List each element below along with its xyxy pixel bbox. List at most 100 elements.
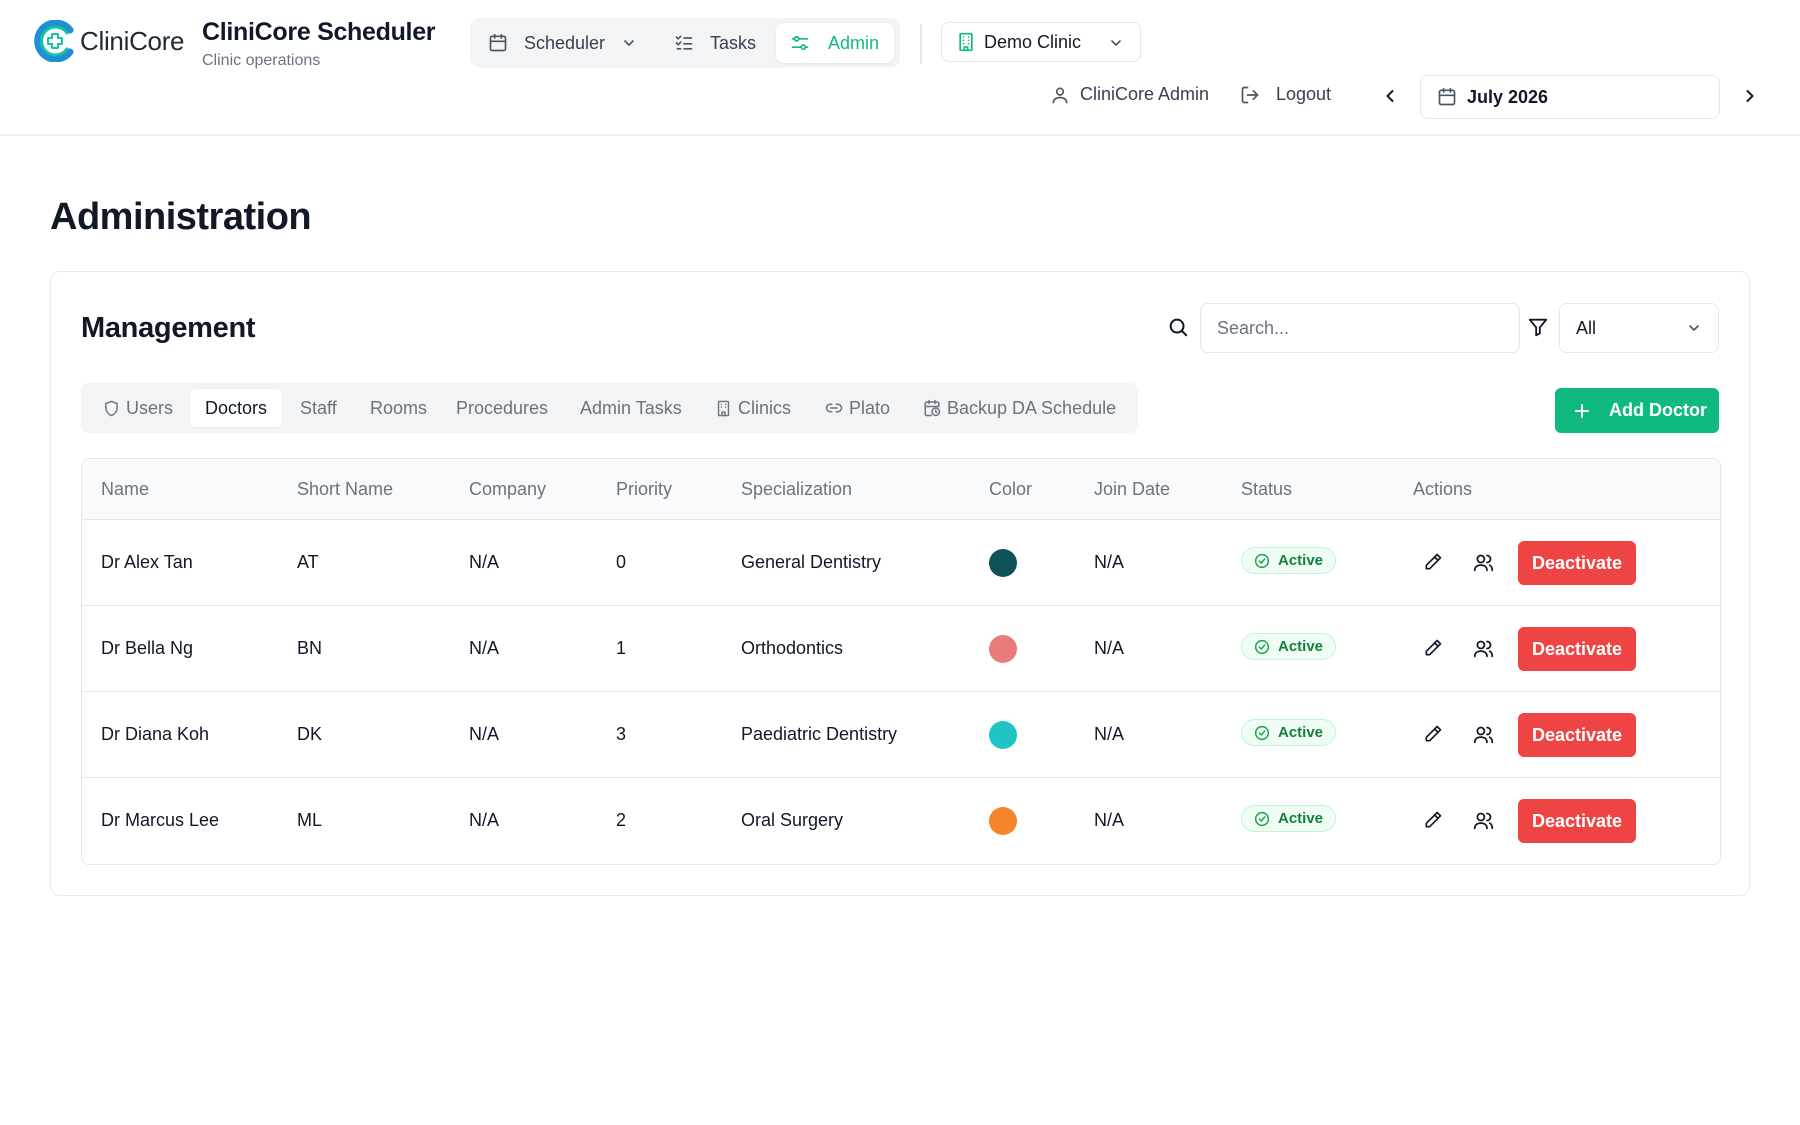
app-title: CliniCore Scheduler bbox=[202, 18, 436, 46]
column-header-actions: Actions bbox=[1413, 479, 1473, 499]
users-icon[interactable] bbox=[1471, 808, 1495, 832]
logout-icon bbox=[1241, 86, 1259, 103]
doctor-name: Dr Marcus Lee bbox=[101, 810, 220, 830]
doctor-join-date: N/A bbox=[1094, 724, 1125, 744]
status-badge-label: Active bbox=[1278, 724, 1324, 741]
tab-admin-tasks-label: Admin Tasks bbox=[580, 397, 682, 418]
tab-plato[interactable]: Plato bbox=[825, 389, 890, 427]
edit-icon[interactable] bbox=[1421, 722, 1445, 746]
chevron-down-icon bbox=[624, 40, 634, 46]
calendar-icon bbox=[489, 33, 507, 52]
tab-backup-da-schedule[interactable]: Backup DA Schedule bbox=[923, 389, 1116, 427]
edit-icon[interactable] bbox=[1421, 808, 1445, 832]
nav-tasks[interactable]: Tasks bbox=[674, 23, 756, 63]
column-header-specialization[interactable]: Specialization bbox=[741, 479, 852, 500]
page-title: Administration bbox=[50, 196, 312, 238]
list-checks-icon bbox=[675, 35, 693, 50]
link-icon bbox=[825, 403, 843, 413]
doctor-join-date: N/A bbox=[1094, 552, 1125, 572]
brand-logo[interactable]: CliniCore bbox=[34, 20, 185, 62]
doctor-specialization: Oral Surgery bbox=[741, 810, 844, 830]
column-header-name[interactable]: Name bbox=[101, 479, 149, 500]
chevron-down-icon bbox=[1689, 325, 1699, 331]
add-doctor-label: Add Doctor bbox=[1609, 400, 1707, 420]
clinic-select[interactable]: Demo Clinic bbox=[941, 22, 1141, 62]
doctor-company: N/A bbox=[469, 724, 500, 744]
logout-button[interactable]: Logout bbox=[1240, 84, 1331, 105]
add-doctor-button[interactable]: Add Doctor bbox=[1555, 388, 1719, 433]
doctor-short-name: DK bbox=[297, 724, 323, 744]
prev-month-button[interactable] bbox=[1378, 84, 1402, 108]
column-header-status[interactable]: Status bbox=[1241, 479, 1292, 500]
main-nav: Scheduler Tasks Admin bbox=[470, 18, 900, 68]
search-input[interactable] bbox=[1200, 303, 1520, 353]
doctor-priority: 1 bbox=[616, 638, 627, 658]
management-tabs: Users Doctors Staff Rooms Procedures Adm… bbox=[81, 383, 1138, 433]
nav-scheduler[interactable]: Scheduler bbox=[488, 23, 637, 63]
edit-icon[interactable] bbox=[1421, 636, 1445, 660]
users-icon[interactable] bbox=[1471, 722, 1495, 746]
check-circle-icon bbox=[1254, 639, 1270, 654]
nav-tasks-label: Tasks bbox=[710, 32, 757, 53]
tab-users[interactable]: Users bbox=[103, 389, 173, 427]
next-month-button[interactable] bbox=[1738, 84, 1762, 108]
shield-icon bbox=[105, 400, 118, 416]
clinic-select-value: Demo Clinic bbox=[984, 31, 1082, 52]
column-header-color[interactable]: Color bbox=[989, 479, 1032, 500]
users-icon[interactable] bbox=[1471, 636, 1495, 660]
status-badge-label: Active bbox=[1278, 810, 1324, 827]
doctor-name: Dr Alex Tan bbox=[101, 552, 193, 572]
tab-procedures-label: Procedures bbox=[456, 397, 549, 418]
tab-staff-label: Staff bbox=[300, 397, 337, 418]
doctor-join-date: N/A bbox=[1094, 810, 1125, 830]
check-circle-icon bbox=[1254, 553, 1270, 568]
deactivate-button[interactable]: Deactivate bbox=[1518, 713, 1636, 757]
doctors-table: Name Short Name Company Priority Special… bbox=[81, 458, 1721, 865]
doctor-specialization: Orthodontics bbox=[741, 638, 844, 658]
tab-staff[interactable]: Staff bbox=[300, 389, 337, 427]
doctor-color-swatch bbox=[989, 807, 1017, 835]
sliders-icon bbox=[791, 35, 809, 51]
tab-clinics[interactable]: Clinics bbox=[715, 389, 791, 427]
tab-admin-tasks[interactable]: Admin Tasks bbox=[580, 389, 682, 427]
tab-doctors-label: Doctors bbox=[205, 397, 268, 418]
table-row: Dr Marcus Lee ML N/A 2 Oral Surgery N/A … bbox=[82, 778, 1720, 864]
deactivate-button[interactable]: Deactivate bbox=[1518, 799, 1636, 843]
column-header-company[interactable]: Company bbox=[469, 479, 546, 500]
month-picker[interactable]: July 2026 bbox=[1420, 75, 1720, 119]
logout-label: Logout bbox=[1276, 84, 1332, 104]
nav-admin-label: Admin bbox=[828, 32, 880, 53]
app-subtitle: Clinic operations bbox=[202, 52, 321, 69]
column-header-short-name[interactable]: Short Name bbox=[297, 479, 393, 500]
doctor-priority: 3 bbox=[616, 724, 627, 744]
status-badge: Active bbox=[1241, 633, 1337, 660]
status-filter-select[interactable]: All bbox=[1559, 303, 1719, 353]
column-header-priority[interactable]: Priority bbox=[616, 479, 672, 500]
doctor-company: N/A bbox=[469, 552, 500, 572]
tab-plato-label: Plato bbox=[849, 397, 891, 418]
plus-icon bbox=[1575, 403, 1589, 418]
doctor-color-swatch bbox=[989, 635, 1017, 663]
tab-doctors[interactable]: Doctors bbox=[190, 389, 283, 427]
tab-procedures[interactable]: Procedures bbox=[456, 389, 548, 427]
status-badge-label: Active bbox=[1278, 638, 1324, 655]
deactivate-button[interactable]: Deactivate bbox=[1518, 541, 1636, 585]
nav-divider bbox=[920, 24, 922, 64]
nav-admin[interactable]: Admin bbox=[776, 23, 894, 63]
column-header-join-date[interactable]: Join Date bbox=[1094, 479, 1170, 500]
doctor-short-name: BN bbox=[297, 638, 323, 658]
chevron-down-icon bbox=[1111, 40, 1121, 46]
logo-text: CliniCore bbox=[80, 25, 185, 56]
deactivate-button[interactable]: Deactivate bbox=[1518, 627, 1636, 671]
doctor-color-swatch bbox=[989, 549, 1017, 577]
tab-rooms[interactable]: Rooms bbox=[370, 389, 427, 427]
status-badge: Active bbox=[1241, 719, 1337, 746]
users-icon[interactable] bbox=[1471, 550, 1495, 574]
edit-icon[interactable] bbox=[1421, 550, 1445, 574]
building-icon bbox=[717, 400, 730, 416]
management-title: Management bbox=[81, 312, 256, 344]
tab-users-label: Users bbox=[126, 397, 174, 418]
user-icon bbox=[1052, 87, 1068, 103]
status-badge: Active bbox=[1241, 805, 1337, 832]
table-row: Dr Bella Ng BN N/A 1 Orthodontics N/A Ac… bbox=[82, 606, 1720, 692]
